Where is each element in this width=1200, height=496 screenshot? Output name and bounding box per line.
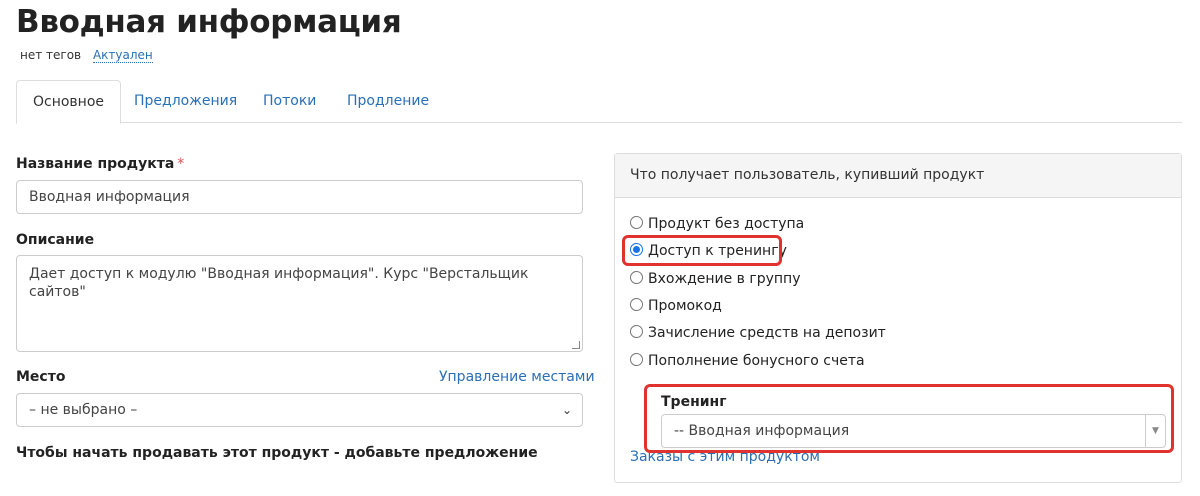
tags-label[interactable]: нет тегов [20, 48, 81, 62]
tab-streams[interactable]: Потоки [247, 80, 332, 123]
radio-icon[interactable] [630, 325, 643, 338]
option-deposit[interactable]: Зачисление средств на депозит [630, 323, 886, 343]
place-label: Место [16, 369, 66, 385]
description-text: Дает доступ к модулю "Вводная информация… [29, 266, 529, 300]
description-textarea[interactable]: Дает доступ к модулю "Вводная информация… [16, 255, 583, 352]
description-label: Описание [16, 232, 95, 248]
page-title: Вводная информация [16, 4, 402, 40]
status-link[interactable]: Актуален [92, 48, 153, 63]
panel-title: Что получает пользователь, купивший прод… [615, 154, 1181, 198]
product-meta: нет тегов Актуален [20, 48, 153, 63]
manage-places-link[interactable]: Управление местами [439, 369, 595, 385]
highlight-training-select [644, 384, 1174, 453]
product-name-input[interactable]: Вводная информация [16, 180, 583, 214]
option-bonus[interactable]: Пополнение бонусного счета [630, 351, 865, 371]
tabs-bar: Основное Предложения Потоки Продление [16, 80, 1182, 124]
resize-handle-icon[interactable] [572, 341, 580, 349]
radio-icon[interactable] [630, 271, 643, 284]
highlight-training-option [622, 235, 782, 266]
tab-offers[interactable]: Предложения [118, 80, 253, 123]
place-select[interactable]: – не выбрано – ⌄ [16, 393, 583, 427]
option-group[interactable]: Вхождение в группу [630, 269, 801, 289]
tab-main[interactable]: Основное [16, 80, 122, 124]
place-select-value: – не выбрано – [29, 402, 138, 418]
required-mark: * [177, 156, 185, 172]
radio-icon[interactable] [630, 216, 643, 229]
option-promocode[interactable]: Промокод [630, 296, 722, 316]
product-name-label: Название продукта * [16, 156, 185, 172]
option-no-access[interactable]: Продукт без доступа [630, 214, 804, 234]
tab-renewal[interactable]: Продление [331, 80, 445, 123]
sell-hint: Чтобы начать продавать этот продукт - до… [16, 445, 538, 461]
chevron-down-icon: ⌄ [561, 403, 572, 417]
radio-icon[interactable] [630, 353, 643, 366]
radio-icon[interactable] [630, 298, 643, 311]
